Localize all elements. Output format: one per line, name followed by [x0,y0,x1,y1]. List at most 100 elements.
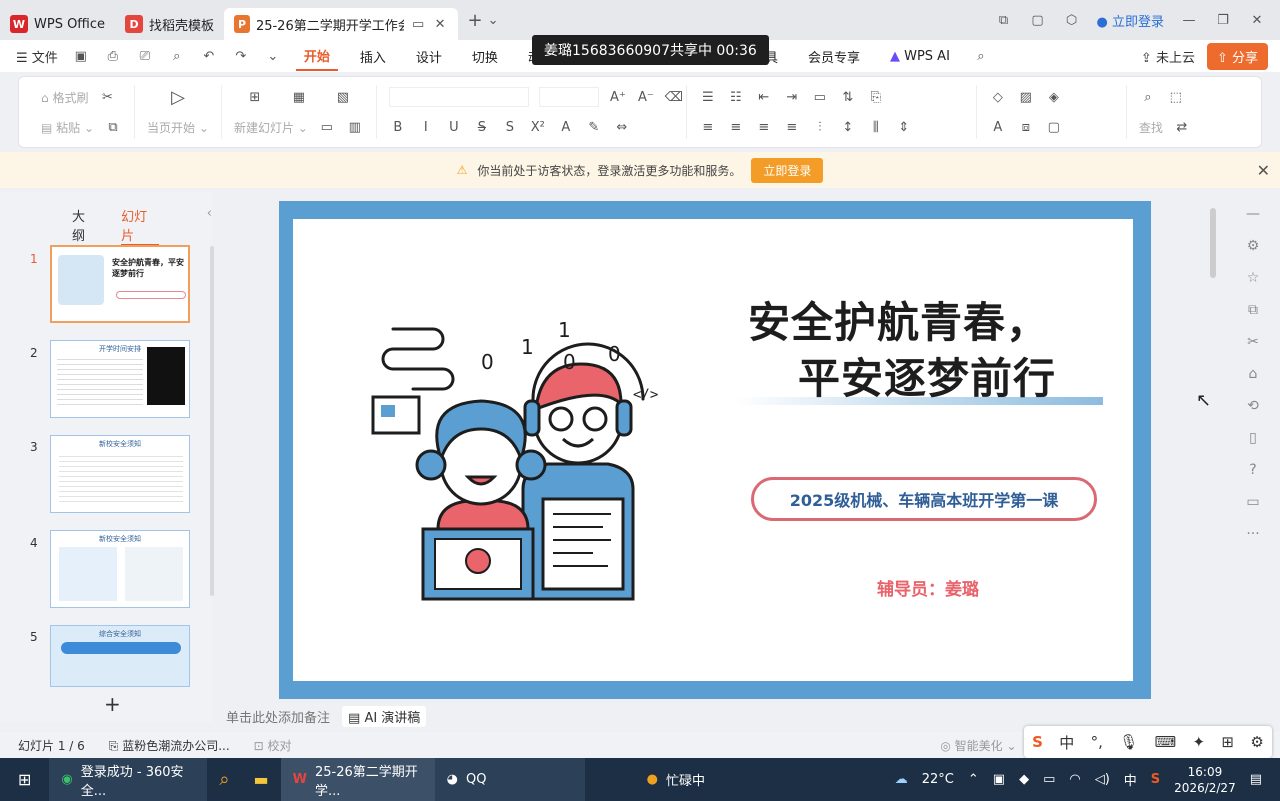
chevron-down-icon[interactable]: ⌄ [484,11,502,29]
taskbar-wps[interactable]: W 25-26第二学期开学... [280,758,435,801]
collapse-panel-icon[interactable]: ‹ [207,206,212,246]
start-button[interactable]: ⊞ [0,758,49,801]
slide-thumbnail-3[interactable]: 新校安全须知 [50,435,190,513]
shadow-icon[interactable]: S [501,118,519,136]
taskbar-busy[interactable]: ● 忙碌中 [635,758,717,801]
tray-app-icon[interactable]: ◆ [1019,772,1029,787]
distribute-icon[interactable]: ⫶ [811,118,829,136]
minimize-icon[interactable]: — [1180,11,1198,29]
input-lang[interactable]: 中 [1124,770,1137,789]
increase-indent-icon[interactable]: ⇥ [783,88,801,106]
notice-login-button[interactable]: 立即登录 [751,157,824,183]
menu-start[interactable]: 开始 [295,42,338,71]
text-box-icon[interactable]: ▭ [811,88,829,106]
justify-icon[interactable]: ≡ [783,118,801,136]
highlight-icon[interactable]: ✎ [585,118,603,136]
file-menu[interactable]: ☰ 文件 [16,47,58,66]
menu-insert[interactable]: 插入 [352,43,394,70]
proof-button[interactable]: ⊡ 校对 [254,737,292,754]
export-icon[interactable]: ⎙ [104,47,122,65]
taskbar-explorer[interactable]: ▬ [242,758,281,801]
paste-button[interactable]: ▤ 粘贴 ⌄ [41,119,94,136]
line-spacing-icon[interactable]: ↕ [839,118,857,136]
slide-thumbnail-1[interactable]: 安全护航青春，平安逐梦前行 [50,245,190,323]
tray-expand-icon[interactable]: ⌃ [968,772,979,787]
align-right-icon[interactable]: ≡ [755,118,773,136]
sidebar-toggle-icon[interactable]: — [1246,206,1260,222]
fill-icon[interactable]: ◈ [1045,88,1063,106]
outline-icon[interactable]: ▢ [1045,118,1063,136]
cube-icon[interactable]: ⬡ [1063,11,1081,29]
battery-icon[interactable]: ▭ [1043,772,1055,787]
menu-member[interactable]: 会员专享 [800,43,868,70]
close-window-icon[interactable]: ✕ [1248,11,1266,29]
wifi-icon[interactable]: ◠ [1069,772,1080,787]
theme-name[interactable]: ⎘ 蓝粉色潮流办公司... [109,737,230,754]
more-icon[interactable]: ··· [1246,526,1259,542]
transition-icon[interactable]: ⟲ [1247,398,1259,414]
clock[interactable]: 16:09 2026/2/27 [1174,764,1236,796]
window-icon[interactable]: ▢ [1029,11,1047,29]
slide-thumbnail-2[interactable]: 开学时间安排 [50,340,190,418]
share-button[interactable]: ⇧ 分享 [1206,42,1268,70]
restore-icon[interactable]: ❐ [1214,11,1232,29]
canvas-scrollbar[interactable] [1210,208,1216,278]
replace-icon[interactable]: ⇄ [1173,118,1191,136]
superscript-icon[interactable]: X² [529,118,547,136]
beautify-button[interactable]: ◎ 智能美化 ⌄ [940,737,1016,754]
redo-icon[interactable]: ↷ [232,47,250,65]
underline-icon[interactable]: U [445,118,463,136]
add-slide-button[interactable]: + [104,692,121,716]
font-size-select[interactable] [538,87,599,107]
notes-placeholder[interactable]: 单击此处添加备注 [226,707,330,726]
menu-transition[interactable]: 切换 [464,43,506,70]
copy-icon[interactable]: ⧉ [104,118,122,136]
tab-outline[interactable]: 大纲 [72,206,97,246]
format-painter-button[interactable]: ⌂ 格式刷 [41,89,88,106]
taskbar-360[interactable]: ◉ 登录成功 - 360安全... [49,758,208,801]
punctuation-icon[interactable]: °, [1091,733,1103,751]
shrink-font-icon[interactable]: A⁻ [637,88,655,106]
weather-icon[interactable]: ☁ [895,772,908,787]
taskbar-search[interactable]: ⌕ [207,758,241,801]
slide-title-line1[interactable]: 安全护航青春， [748,289,1049,350]
picture-icon[interactable]: ▨ [1017,88,1035,106]
slide-advisor[interactable]: 辅导员：姜璐 [877,575,979,600]
grow-font-icon[interactable]: A⁺ [609,88,627,106]
keyboard-icon[interactable]: ⌨ [1155,733,1177,751]
tab-wps-office[interactable]: W WPS Office [0,8,115,40]
convert-icon[interactable]: ⎘ [867,88,885,106]
weather-temp[interactable]: 22°C [922,772,954,787]
align-left-icon[interactable]: ≡ [699,118,717,136]
shirt-icon[interactable]: ⌂ [1249,366,1258,382]
screenshot-icon[interactable]: ⧉ [995,11,1013,29]
undo-icon[interactable]: ↶ [200,47,218,65]
more-chevron-icon[interactable]: ⌄ [264,47,282,65]
tools-icon[interactable]: ✂ [1247,334,1259,350]
tab-template[interactable]: D 找稻壳模板 [115,8,224,40]
arrange-icon[interactable]: ⧈ [1017,118,1035,136]
align-center-icon[interactable]: ≡ [727,118,745,136]
notification-icon[interactable]: ▤ [1250,772,1262,787]
login-link[interactable]: ● 立即登录 [1097,11,1165,30]
panel-scrollbar[interactable] [210,246,214,596]
sogou-logo-icon[interactable]: S [1032,733,1043,751]
new-tab-icon[interactable]: + [466,10,484,31]
book-icon[interactable]: ▯ [1249,430,1257,446]
toolbox-icon[interactable]: ⊞ [1221,733,1234,751]
reset-icon[interactable]: ▧ [334,88,352,106]
star-icon[interactable]: ☆ [1247,270,1260,286]
section-icon[interactable]: ▭ [318,118,336,136]
numbering-icon[interactable]: ☷ [727,88,745,106]
layout-icon[interactable]: ▦ [290,88,308,106]
sort-icon[interactable]: ⇅ [839,88,857,106]
reuse-icon[interactable]: ▥ [346,118,364,136]
comment-icon[interactable]: ▭ [1246,494,1259,510]
tab-presentation[interactable]: P 25-26第二学期开学工作会议 ▭ ✕ [224,8,459,40]
slide-thumbnail-4[interactable]: 新校安全须知 [50,530,190,608]
char-spacing-icon[interactable]: ⇔ [613,118,631,136]
menu-wps-ai[interactable]: ▲ WPS AI [882,45,958,68]
tray-app-icon[interactable]: ▣ [993,772,1005,787]
play-icon[interactable]: ▷ [169,87,187,108]
bold-icon[interactable]: B [389,118,407,136]
